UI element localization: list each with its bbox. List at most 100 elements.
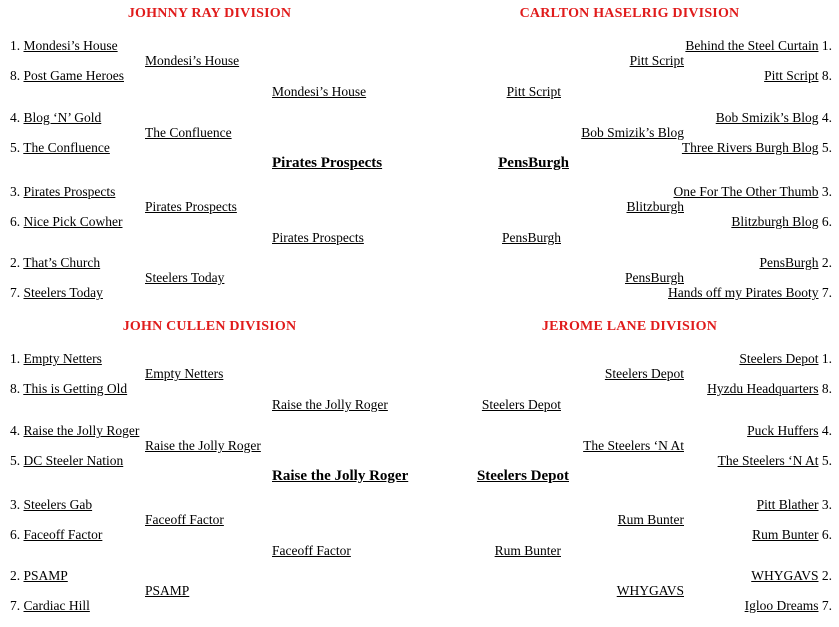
team-name[interactable]: Puck Huffers [747, 423, 818, 438]
team-name[interactable]: Raise the Jolly Roger [272, 397, 388, 412]
round1-entry[interactable]: Pitt Script 8. [764, 68, 832, 83]
team-name[interactable]: Behind the Steel Curtain [685, 38, 818, 53]
team-name[interactable]: PSAMP [24, 568, 68, 583]
team-name[interactable]: Steelers Depot [605, 366, 684, 381]
round1-entry[interactable]: 6. Faceoff Factor [10, 527, 102, 542]
round1-entry[interactable]: WHYGAVS 2. [751, 568, 832, 583]
team-name[interactable]: Steelers Depot [482, 397, 561, 412]
team-name[interactable]: Pitt Script [630, 53, 684, 68]
round1-entry[interactable]: 2. PSAMP [10, 568, 68, 583]
team-name[interactable]: The Confluence [23, 140, 110, 155]
team-name[interactable]: Three Rivers Burgh Blog [682, 140, 819, 155]
team-name[interactable]: Pitt Script [764, 68, 818, 83]
team-name[interactable]: The Steelers ‘N At [718, 453, 819, 468]
team-name[interactable]: Hands off my Pirates Booty [668, 285, 819, 300]
round3-entry[interactable]: Faceoff Factor [272, 543, 351, 558]
team-name[interactable]: Bob Smizik’s Blog [581, 125, 684, 140]
round1-entry[interactable]: 8. Post Game Heroes [10, 68, 124, 83]
team-name[interactable]: Pirates Prospects [145, 199, 237, 214]
round1-entry[interactable]: Hyzdu Headquarters 8. [707, 381, 832, 396]
round1-entry[interactable]: 3. Steelers Gab [10, 497, 92, 512]
round3-entry[interactable]: PensBurgh [502, 230, 561, 245]
round1-entry[interactable]: 5. DC Steeler Nation [10, 453, 123, 468]
team-name[interactable]: Faceoff Factor [272, 543, 351, 558]
round1-entry[interactable]: Igloo Dreams 7. [745, 598, 832, 613]
round2-entry[interactable]: WHYGAVS [617, 583, 684, 598]
round2-entry[interactable]: Pitt Script [630, 53, 684, 68]
team-name[interactable]: Raise the Jolly Roger [24, 423, 140, 438]
division-champion[interactable]: PensBurgh [498, 155, 569, 172]
team-name[interactable]: Mondesi’s House [24, 38, 118, 53]
team-name[interactable]: Steelers Depot [739, 351, 818, 366]
team-name[interactable]: Steelers Gab [24, 497, 93, 512]
round2-entry[interactable]: Steelers Today [145, 270, 224, 285]
team-name[interactable]: The Steelers ‘N At [583, 438, 684, 453]
team-name[interactable]: PensBurgh [502, 230, 561, 245]
round2-entry[interactable]: Pirates Prospects [145, 199, 237, 214]
team-name[interactable]: Pirates Prospects [272, 230, 364, 245]
round1-entry[interactable]: Pitt Blather 3. [757, 497, 832, 512]
round2-entry[interactable]: Blitzburgh [626, 199, 684, 214]
round1-entry[interactable]: Three Rivers Burgh Blog 5. [682, 140, 832, 155]
team-name[interactable]: PensBurgh [625, 270, 684, 285]
round3-entry[interactable]: Pitt Script [507, 84, 561, 99]
round1-entry[interactable]: 7. Steelers Today [10, 285, 103, 300]
team-name[interactable]: Rum Bunter [618, 512, 684, 527]
team-name[interactable]: DC Steeler Nation [24, 453, 124, 468]
round2-entry[interactable]: Raise the Jolly Roger [145, 438, 261, 453]
team-name[interactable]: That’s Church [23, 255, 100, 270]
round1-entry[interactable]: PensBurgh 2. [759, 255, 832, 270]
team-name[interactable]: Steelers Today [145, 270, 224, 285]
team-name[interactable]: Rum Bunter [752, 527, 818, 542]
team-name[interactable]: Bob Smizik’s Blog [716, 110, 819, 125]
round1-entry[interactable]: 1. Mondesi’s House [10, 38, 118, 53]
round2-entry[interactable]: Faceoff Factor [145, 512, 224, 527]
round1-entry[interactable]: 4. Raise the Jolly Roger [10, 423, 139, 438]
team-name[interactable]: Rum Bunter [495, 543, 561, 558]
round2-entry[interactable]: PSAMP [145, 583, 189, 598]
round1-entry[interactable]: 2. That’s Church [10, 255, 100, 270]
round3-entry[interactable]: Raise the Jolly Roger [272, 397, 388, 412]
round2-entry[interactable]: Rum Bunter [618, 512, 684, 527]
round2-entry[interactable]: Mondesi’s House [145, 53, 239, 68]
round1-entry[interactable]: 4. Blog ‘N’ Gold [10, 110, 101, 125]
round1-entry[interactable]: 1. Empty Netters [10, 351, 102, 366]
team-name[interactable]: Steelers Today [24, 285, 103, 300]
round1-entry[interactable]: Bob Smizik’s Blog 4. [716, 110, 832, 125]
team-name[interactable]: Faceoff Factor [145, 512, 224, 527]
round3-entry[interactable]: Steelers Depot [482, 397, 561, 412]
team-name[interactable]: Hyzdu Headquarters [707, 381, 818, 396]
team-name[interactable]: Empty Netters [24, 351, 102, 366]
team-name[interactable]: Empty Netters [145, 366, 223, 381]
round1-entry[interactable]: 3. Pirates Prospects [10, 184, 115, 199]
round2-entry[interactable]: The Steelers ‘N At [583, 438, 684, 453]
round2-entry[interactable]: The Confluence [145, 125, 232, 140]
division-champion[interactable]: Steelers Depot [477, 468, 569, 485]
team-name[interactable]: Blitzburgh [626, 199, 684, 214]
team-name[interactable]: Pitt Script [507, 84, 561, 99]
division-champion[interactable]: Raise the Jolly Roger [272, 468, 408, 485]
round3-entry[interactable]: Mondesi’s House [272, 84, 366, 99]
team-name[interactable]: Nice Pick Cowher [24, 214, 123, 229]
round1-entry[interactable]: Steelers Depot 1. [739, 351, 832, 366]
team-name[interactable]: Pitt Blather [757, 497, 819, 512]
round1-entry[interactable]: The Steelers ‘N At 5. [718, 453, 832, 468]
round1-entry[interactable]: Rum Bunter 6. [752, 527, 832, 542]
team-name[interactable]: Blog ‘N’ Gold [24, 110, 102, 125]
team-name[interactable]: Mondesi’s House [272, 84, 366, 99]
round1-entry[interactable]: Hands off my Pirates Booty 7. [668, 285, 832, 300]
round2-entry[interactable]: Bob Smizik’s Blog [581, 125, 684, 140]
round1-entry[interactable]: Behind the Steel Curtain 1. [685, 38, 832, 53]
team-name[interactable]: Cardiac Hill [24, 598, 90, 613]
team-name[interactable]: One For The Other Thumb [674, 184, 819, 199]
round1-entry[interactable]: Blitzburgh Blog 6. [731, 214, 832, 229]
team-name[interactable]: Post Game Heroes [24, 68, 124, 83]
division-champion[interactable]: Pirates Prospects [272, 155, 382, 172]
team-name[interactable]: Igloo Dreams [745, 598, 819, 613]
round1-entry[interactable]: 5. The Confluence [10, 140, 110, 155]
team-name[interactable]: WHYGAVS [617, 583, 684, 598]
round3-entry[interactable]: Rum Bunter [495, 543, 561, 558]
round1-entry[interactable]: Puck Huffers 4. [747, 423, 832, 438]
team-name[interactable]: Raise the Jolly Roger [145, 438, 261, 453]
team-name[interactable]: PSAMP [145, 583, 189, 598]
